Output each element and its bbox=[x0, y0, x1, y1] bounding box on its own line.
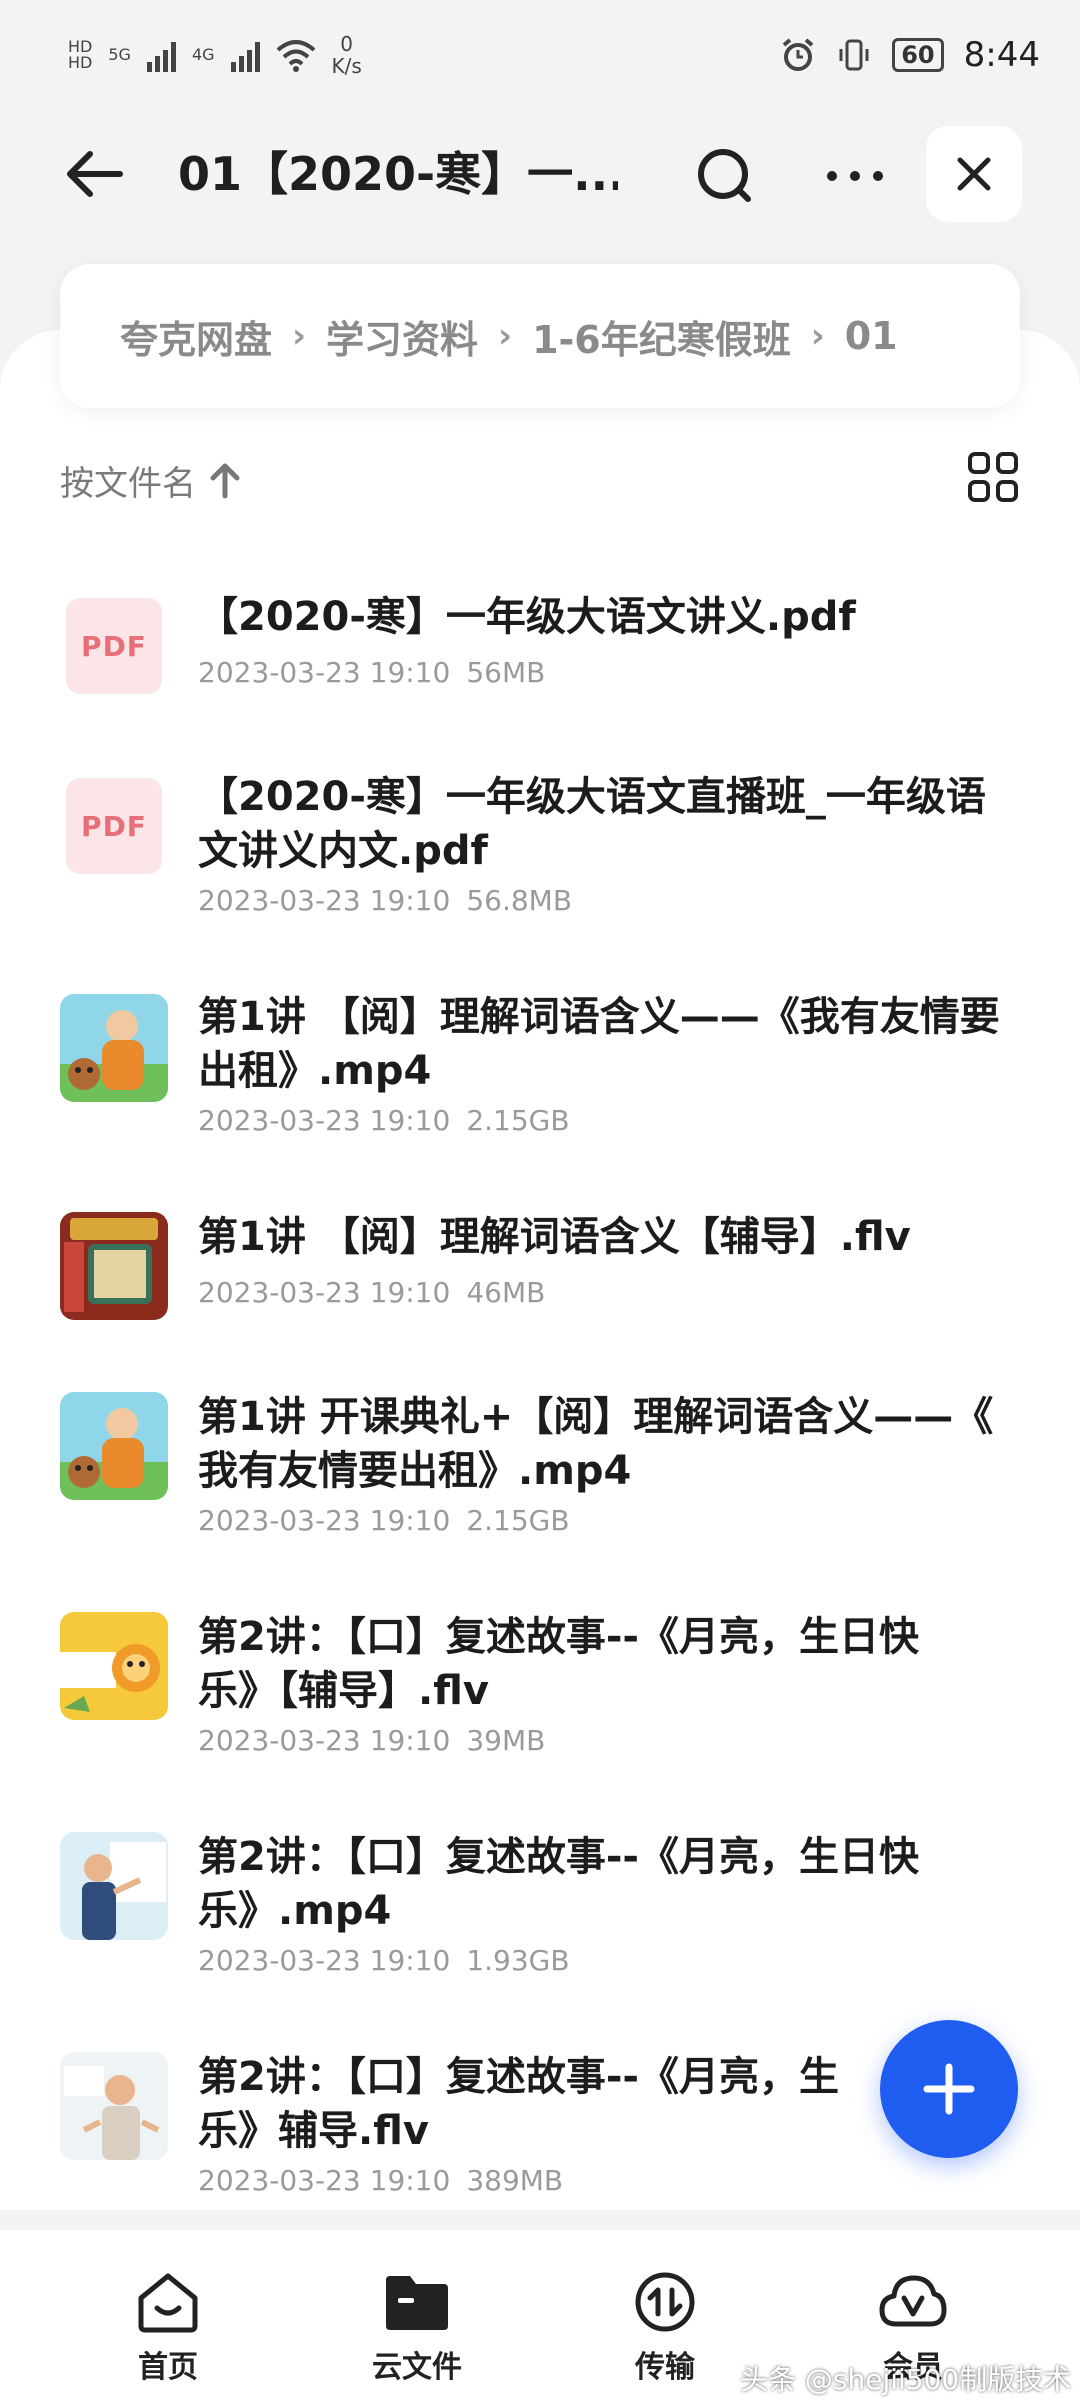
battery-indicator: 60 bbox=[892, 38, 944, 72]
nav-label: 传输 bbox=[635, 2350, 695, 2385]
signal-icon bbox=[146, 38, 176, 72]
file-name: 第1讲 开课典礼+【阅】理解词语含义——《 我有友情要出租》.mp4 bbox=[198, 1394, 994, 1494]
plus-icon bbox=[923, 2063, 975, 2115]
file-row[interactable]: 第2讲：【口】复述故事--《月亮，生日快 乐》.mp4 2023-03-23 19… bbox=[60, 1830, 1020, 1990]
breadcrumb-item[interactable]: 学习资料 bbox=[326, 309, 478, 364]
clock: 8:44 bbox=[963, 35, 1040, 75]
vibrate-icon bbox=[839, 39, 869, 71]
file-meta: 2023-03-23 19:10 2.15GB bbox=[198, 1504, 570, 1537]
more-icon[interactable] bbox=[820, 144, 890, 208]
file-name: 第2讲：【口】复述故事--《月亮，生日快 乐》【辅导】.flv bbox=[198, 1614, 920, 1714]
status-bar: HD HD 5G 4G 0 K/s 60 8:44 bbox=[0, 0, 1080, 110]
file-name: 第1讲 【阅】理解词语含义【辅导】.flv bbox=[198, 1214, 911, 1260]
grid-view-icon[interactable] bbox=[966, 450, 1020, 504]
sort-by-name-button[interactable]: 按文件名 bbox=[60, 456, 196, 505]
transfer-icon bbox=[635, 2272, 695, 2332]
video-thumbnail bbox=[60, 2052, 168, 2160]
file-name: 【2020-寒】一年级大语文讲义.pdf bbox=[198, 594, 856, 640]
signal-icon bbox=[230, 38, 260, 72]
file-row[interactable]: 第1讲 开课典礼+【阅】理解词语含义——《 我有友情要出租》.mp4 2023-0… bbox=[60, 1390, 1020, 1550]
search-icon[interactable] bbox=[690, 144, 760, 208]
pdf-file-icon: PDF bbox=[66, 778, 162, 874]
file-row[interactable]: 第1讲 【阅】理解词语含义——《我有友情要 出租》.mp4 2023-03-23 … bbox=[60, 990, 1020, 1150]
breadcrumb-item[interactable]: 01 bbox=[845, 314, 898, 358]
file-meta: 2023-03-23 19:10 39MB bbox=[198, 1724, 546, 1757]
nav-item-home[interactable]: 首页 bbox=[93, 2270, 243, 2386]
chevron-right-icon: › bbox=[810, 316, 825, 356]
file-row[interactable]: 第2讲：【口】复述故事--《月亮，生 乐》辅导.flv 2023-03-23 19… bbox=[60, 2050, 1020, 2210]
header: 01【2020-寒】一... bbox=[0, 120, 1080, 230]
breadcrumb-item[interactable]: 夸克网盘 bbox=[120, 309, 272, 364]
wifi-icon bbox=[276, 40, 315, 72]
pdf-file-icon: PDF bbox=[66, 598, 162, 694]
back-arrow-icon[interactable] bbox=[60, 144, 130, 204]
video-thumbnail bbox=[60, 1612, 168, 1720]
file-meta: 2023-03-23 19:10 56MB bbox=[198, 656, 546, 689]
sort-row: 按文件名 bbox=[60, 450, 1020, 510]
file-row[interactable]: 第2讲：【口】复述故事--《月亮，生日快 乐》【辅导】.flv 2023-03-2… bbox=[60, 1610, 1020, 1770]
chevron-right-icon: › bbox=[498, 316, 513, 356]
file-meta: 2023-03-23 19:10 2.15GB bbox=[198, 1104, 570, 1137]
alarm-icon bbox=[782, 38, 814, 71]
home-icon bbox=[138, 2273, 198, 2333]
breadcrumb: 夸克网盘 › 学习资料 › 1-6年纪寒假班 › 01 bbox=[60, 264, 1020, 408]
file-name: 第2讲：【口】复述故事--《月亮，生日快 乐》.mp4 bbox=[198, 1834, 920, 1934]
nav-item-transfer[interactable]: 传输 bbox=[590, 2270, 740, 2386]
nav-label: 首页 bbox=[138, 2350, 198, 2385]
video-thumbnail bbox=[60, 994, 168, 1102]
folder-icon bbox=[386, 2276, 448, 2330]
file-meta: 2023-03-23 19:10 46MB bbox=[198, 1276, 546, 1309]
file-row[interactable]: PDF 【2020-寒】一年级大语文讲义.pdf 2023-03-23 19:1… bbox=[60, 590, 1020, 720]
arrow-up-icon[interactable] bbox=[208, 460, 242, 500]
file-name: 【2020-寒】一年级大语文直播班_一年级语 文讲义内文.pdf bbox=[198, 774, 986, 874]
close-icon bbox=[957, 157, 991, 191]
hd-indicator: HD HD bbox=[68, 37, 93, 72]
file-meta: 2023-03-23 19:10 389MB bbox=[198, 2164, 564, 2197]
watermark: 头条 @shejii500制版技术 bbox=[740, 2363, 1072, 2396]
breadcrumb-item[interactable]: 1-6年纪寒假班 bbox=[532, 309, 791, 364]
video-thumbnail bbox=[60, 1392, 168, 1500]
page-title: 01【2020-寒】一... bbox=[178, 147, 618, 201]
sim2-label: 4G bbox=[191, 45, 215, 64]
video-thumbnail bbox=[60, 1212, 168, 1320]
sim1-label: 5G bbox=[108, 45, 131, 64]
file-name: 第1讲 【阅】理解词语含义——《我有友情要 出租》.mp4 bbox=[198, 994, 1000, 1094]
file-meta: 2023-03-23 19:10 1.93GB bbox=[198, 1944, 570, 1977]
video-thumbnail bbox=[60, 1832, 168, 1940]
vip-cloud-icon bbox=[879, 2275, 947, 2327]
file-meta: 2023-03-23 19:10 56.8MB bbox=[198, 884, 573, 917]
close-button[interactable] bbox=[926, 126, 1022, 222]
nav-item-cloud-files[interactable]: 云文件 bbox=[342, 2270, 492, 2386]
nav-label: 云文件 bbox=[372, 2350, 462, 2385]
chevron-right-icon: › bbox=[292, 316, 307, 356]
file-row[interactable]: 第1讲 【阅】理解词语含义【辅导】.flv 2023-03-23 19:10 46… bbox=[60, 1210, 1020, 1330]
add-button[interactable] bbox=[880, 2020, 1018, 2158]
net-speed: 0 K/s bbox=[331, 32, 362, 78]
file-row[interactable]: PDF 【2020-寒】一年级大语文直播班_一年级语 文讲义内文.pdf 2023… bbox=[60, 770, 1020, 930]
